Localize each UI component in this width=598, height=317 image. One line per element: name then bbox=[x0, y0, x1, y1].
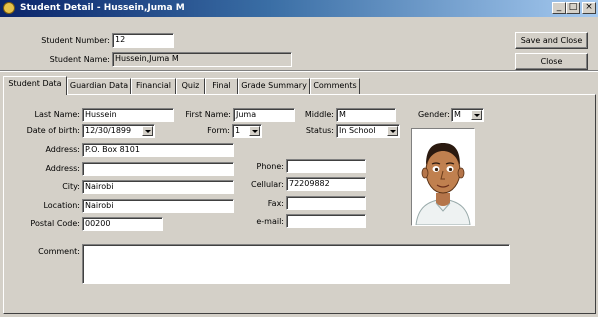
form-label: Form: bbox=[207, 126, 230, 135]
middle-field[interactable]: M bbox=[336, 108, 396, 122]
city-field[interactable]: Nairobi bbox=[82, 180, 234, 194]
city-label: City: bbox=[62, 182, 80, 191]
tab-quiz[interactable]: Quiz bbox=[176, 78, 205, 94]
status-select[interactable]: In School bbox=[336, 124, 400, 138]
student-portrait-icon bbox=[415, 143, 471, 225]
last-name-field[interactable]: Hussein bbox=[82, 108, 174, 122]
status-label: Status: bbox=[305, 126, 334, 135]
form-select[interactable]: 1 bbox=[232, 124, 262, 138]
tab-financial[interactable]: Financial bbox=[131, 78, 176, 94]
tab-student-data[interactable]: Student Data bbox=[3, 76, 67, 95]
dob-select[interactable]: 12/30/1899 bbox=[82, 124, 155, 138]
address1-field[interactable]: P.O. Box 8101 bbox=[82, 143, 234, 157]
postal-code-label: Postal Code: bbox=[30, 219, 80, 228]
first-name-field[interactable]: Juma bbox=[233, 108, 295, 122]
chevron-down-icon[interactable] bbox=[249, 126, 260, 136]
gender-value: M bbox=[454, 110, 461, 119]
student-number-label: Student Number: bbox=[41, 36, 110, 45]
save-and-close-button[interactable]: Save and Close bbox=[515, 32, 588, 49]
location-label: Location: bbox=[43, 201, 80, 210]
minimize-button[interactable]: _ bbox=[552, 2, 566, 14]
cellular-field[interactable]: 72209882 bbox=[286, 177, 366, 191]
chevron-down-icon[interactable] bbox=[471, 110, 482, 120]
postal-code-field[interactable]: 00200 bbox=[82, 217, 163, 231]
tab-guardian-data[interactable]: Guardian Data bbox=[67, 78, 131, 94]
maximize-button[interactable]: □ bbox=[566, 2, 580, 14]
student-name-label: Student Name: bbox=[49, 55, 110, 64]
address2-field[interactable] bbox=[82, 162, 234, 176]
middle-label: Middle: bbox=[304, 110, 334, 119]
student-number-field[interactable]: 12 bbox=[112, 33, 174, 48]
dob-label: Date of birth: bbox=[26, 126, 80, 135]
fax-label: Fax: bbox=[267, 199, 284, 208]
dob-value: 12/30/1899 bbox=[85, 126, 132, 135]
phone-field[interactable] bbox=[286, 159, 366, 173]
form-value: 1 bbox=[235, 126, 241, 135]
tab-final[interactable]: Final bbox=[205, 78, 238, 94]
fax-field[interactable] bbox=[286, 196, 366, 210]
first-name-label: First Name: bbox=[185, 110, 231, 119]
close-button[interactable]: Close bbox=[515, 53, 588, 70]
close-window-button[interactable]: × bbox=[582, 2, 596, 14]
status-value: In School bbox=[339, 126, 376, 135]
address-label: Address: bbox=[45, 145, 80, 154]
comment-field[interactable] bbox=[82, 244, 510, 284]
location-field[interactable]: Nairobi bbox=[82, 199, 234, 213]
student-name-field: Hussein,Juma M bbox=[112, 52, 292, 67]
email-field[interactable] bbox=[286, 214, 366, 228]
address2-label: Address: bbox=[45, 164, 80, 173]
header-divider bbox=[0, 70, 598, 72]
student-photo[interactable] bbox=[411, 128, 475, 226]
window-title: Student Detail - Hussein,Juma M bbox=[20, 3, 185, 13]
chevron-down-icon[interactable] bbox=[387, 126, 398, 136]
app-user-icon bbox=[3, 2, 15, 14]
tab-grade-summary[interactable]: Grade Summary bbox=[238, 78, 310, 94]
last-name-label: Last Name: bbox=[34, 110, 80, 119]
comment-label: Comment: bbox=[38, 247, 80, 256]
gender-select[interactable]: M bbox=[451, 108, 484, 122]
tab-comments[interactable]: Comments bbox=[310, 78, 360, 94]
phone-label: Phone: bbox=[256, 162, 284, 171]
email-label: e-mail: bbox=[256, 217, 284, 226]
gender-label: Gender: bbox=[417, 110, 450, 119]
cellular-label: Cellular: bbox=[251, 180, 284, 189]
chevron-down-icon[interactable] bbox=[142, 126, 153, 136]
